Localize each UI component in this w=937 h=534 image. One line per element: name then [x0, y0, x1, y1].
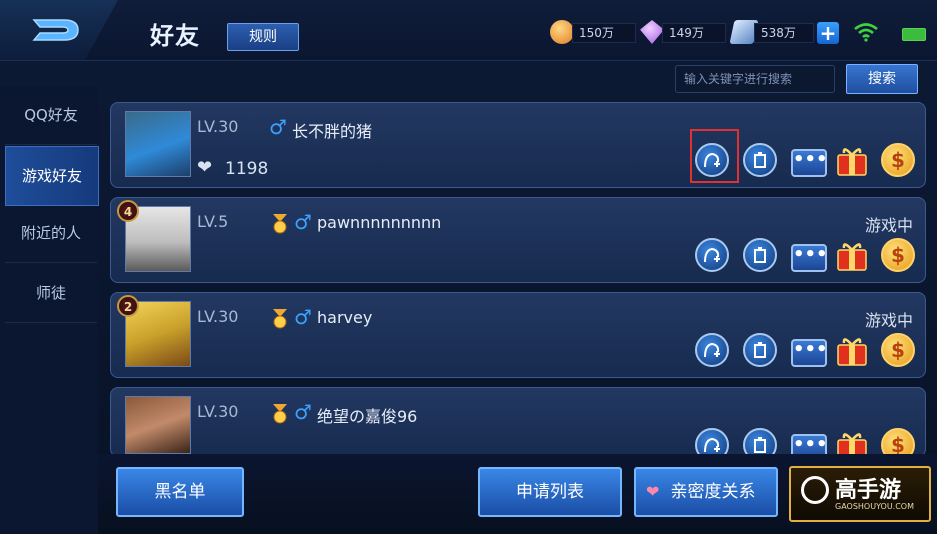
gift-icon[interactable] — [835, 333, 869, 367]
wifi-icon — [854, 23, 878, 42]
logo-g-icon — [801, 476, 829, 504]
sidebar-item-qq-friends[interactable]: QQ好友 — [5, 86, 97, 145]
friend-status: 游戏中 — [864, 216, 913, 235]
blacklist-button[interactable]: 黑名单 — [116, 467, 244, 517]
add-friend-icon — [704, 247, 720, 263]
avatar — [125, 396, 191, 454]
logo-text: 高手游 — [835, 478, 902, 503]
add-friend-icon — [704, 437, 720, 453]
broken-heart-icon: ❤ — [646, 482, 660, 501]
gold-coin-icon — [550, 20, 574, 44]
add-friend-icon — [704, 342, 720, 358]
sidebar-item-game-friends[interactable]: 游戏好友 — [5, 146, 99, 206]
friend-name: 绝望の嘉俊96 — [317, 407, 418, 426]
friend-row[interactable]: 4 LV.5 ♂ pawnnnnnnnnn 游戏中 ••• $ — [110, 197, 926, 283]
trash-icon — [754, 152, 766, 168]
search-button[interactable]: 搜索 — [846, 64, 918, 94]
sidebar-item-nearby[interactable]: 附近的人 — [5, 204, 97, 263]
highlight-box — [690, 129, 739, 183]
logo-subtext: GAOSHOUYOU.COM — [835, 502, 915, 511]
male-icon: ♂ — [294, 400, 312, 424]
friend-level: LV.30 — [197, 402, 239, 421]
gold-currency: 150万 — [550, 20, 636, 44]
male-icon: ♂ — [294, 210, 312, 234]
gift-icon[interactable] — [835, 143, 869, 177]
voucher-amount: 538万 — [754, 23, 814, 43]
back-arrow-icon — [32, 19, 79, 41]
intimacy-value: 1198 — [225, 159, 269, 179]
male-icon: ♂ — [294, 305, 312, 329]
friend-level: LV.30 — [197, 307, 239, 326]
coin-gift-button[interactable]: $ — [881, 333, 915, 367]
rank-badge: 2 — [117, 295, 139, 317]
friend-name: 长不胖的猪 — [292, 122, 373, 141]
delete-button[interactable] — [743, 333, 777, 367]
rules-button[interactable]: 规则 — [227, 23, 299, 51]
friend-name: harvey — [317, 308, 373, 327]
friend-level: LV.5 — [197, 212, 229, 231]
gold-amount: 150万 — [572, 23, 636, 43]
search-input[interactable] — [675, 65, 835, 93]
sidebar-item-mentor[interactable]: 师徒 — [5, 264, 97, 323]
trash-icon — [754, 437, 766, 453]
add-currency-button[interactable]: + — [817, 22, 839, 44]
intimacy-button-label: 亲密度关系 — [670, 482, 756, 502]
delete-button[interactable] — [743, 238, 777, 272]
add-friend-button[interactable] — [695, 238, 729, 272]
rank-medal-icon — [273, 214, 287, 234]
male-icon: ♂ — [269, 115, 287, 139]
watermark-logo: 高手游 GAOSHOUYOU.COM — [789, 466, 931, 522]
diamond-currency: 149万 — [640, 20, 726, 44]
intimacy-button[interactable]: ❤ 亲密度关系 — [634, 467, 778, 517]
friend-row[interactable]: LV.30 ♂ 绝望の嘉俊96 ••• $ — [110, 387, 926, 462]
rank-medal-icon — [273, 309, 287, 329]
chat-button[interactable]: ••• — [791, 339, 828, 367]
heart-icon: ❤ — [197, 157, 213, 178]
delete-button[interactable] — [743, 143, 777, 177]
battery-icon — [902, 28, 926, 41]
coin-gift-button[interactable]: $ — [881, 143, 915, 177]
friend-status: 游戏中 — [864, 311, 913, 330]
avatar — [125, 111, 191, 177]
trash-icon — [754, 247, 766, 263]
request-list-button[interactable]: 申请列表 — [478, 467, 622, 517]
friend-row[interactable]: LV.30 ♂ 长不胖的猪 ❤ 1198 ••• $ — [110, 102, 926, 188]
voucher-currency: 538万 — [729, 20, 814, 44]
chat-button[interactable]: ••• — [791, 149, 828, 177]
add-friend-button[interactable] — [695, 333, 729, 367]
coin-gift-button[interactable]: $ — [881, 238, 915, 272]
trash-icon — [754, 342, 766, 358]
friend-level: LV.30 — [197, 117, 239, 136]
rank-medal-icon — [273, 404, 287, 424]
chat-button[interactable]: ••• — [791, 244, 828, 272]
friend-name: pawnnnnnnnnn — [317, 213, 442, 232]
rank-badge: 4 — [117, 200, 139, 222]
friend-row[interactable]: 2 LV.30 ♂ harvey 游戏中 ••• $ — [110, 292, 926, 378]
gift-icon[interactable] — [835, 238, 869, 272]
diamond-icon — [640, 20, 664, 44]
diamond-amount: 149万 — [662, 23, 726, 43]
page-title: 好友 — [150, 22, 200, 50]
sidebar: QQ好友 游戏好友 附近的人 师徒 — [0, 86, 99, 534]
